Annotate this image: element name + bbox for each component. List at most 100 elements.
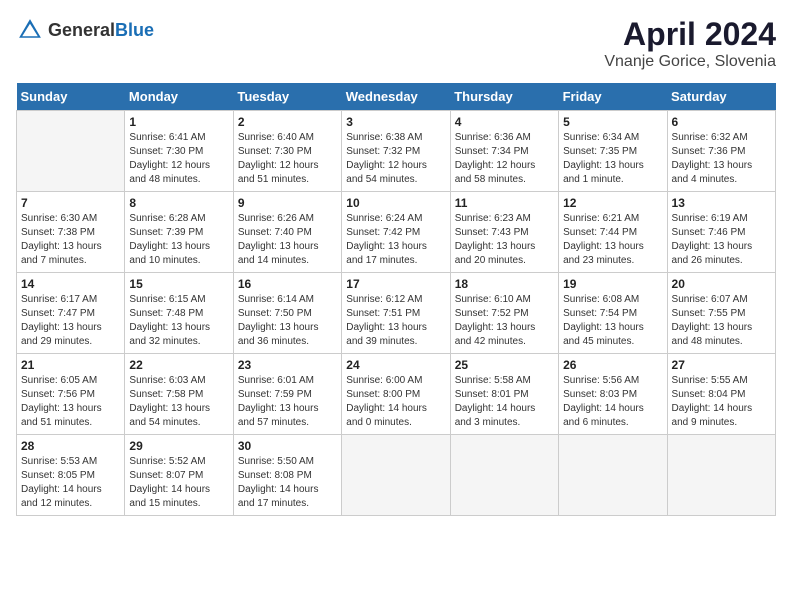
day-info: Sunrise: 5:50 AMSunset: 8:08 PMDaylight:… [238,455,337,511]
page-header: GeneralBlue April 2024 Vnanje Gorice, Sl… [16,16,776,71]
logo-general-text: General [48,20,115,40]
day-info: Sunrise: 6:00 AMSunset: 8:00 PMDaylight:… [346,374,445,430]
calendar-day-cell: 6Sunrise: 6:32 AMSunset: 7:36 PMDaylight… [667,111,775,192]
day-info: Sunrise: 6:32 AMSunset: 7:36 PMDaylight:… [672,131,771,187]
logo-icon [16,16,44,44]
day-info: Sunrise: 5:52 AMSunset: 8:07 PMDaylight:… [129,455,228,511]
calendar-day-cell [17,111,125,192]
calendar-day-cell: 20 Sunrise: 6:07 AMSunset: 7:55 PMDayligh… [667,273,775,354]
calendar-day-cell: 19 Sunrise: 6:08 AMSunset: 7:54 PMDayligh… [559,273,667,354]
day-info: Sunrise: 6:14 AMSunset: 7:50 PMDaylight:… [238,293,337,349]
day-info: Sunrise: 5:56 AMSunset: 8:03 PMDaylight:… [563,374,662,430]
calendar-day-cell: 1 Sunrise: 6:41 AMSunset: 7:30 PMDaylight… [125,111,233,192]
day-number: 14 [21,277,120,291]
calendar-day-cell: 17 Sunrise: 6:12 AMSunset: 7:51 PMDayligh… [342,273,450,354]
day-number: 2 [238,115,337,129]
day-info: Sunrise: 6:41 AMSunset: 7:30 PMDaylight:… [129,131,228,187]
day-number: 28 [21,439,120,453]
calendar-day-cell [342,435,450,516]
day-info: Sunrise: 6:30 AMSunset: 7:38 PMDaylight:… [21,212,120,268]
location-title: Vnanje Gorice, Slovenia [604,53,776,71]
calendar-day-cell: 7 Sunrise: 6:30 AMSunset: 7:38 PMDaylight… [17,192,125,273]
calendar-day-cell: 27 Sunrise: 5:55 AMSunset: 8:04 PMDayligh… [667,354,775,435]
day-info: Sunrise: 6:19 AMSunset: 7:46 PMDaylight:… [672,212,771,268]
day-number: 17 [346,277,445,291]
calendar-week-row: 14Sunrise: 6:17 AMSunset: 7:47 PMDayligh… [17,273,776,354]
day-number: 23 [238,358,337,372]
day-number: 21 [21,358,120,372]
calendar-week-row: 7 Sunrise: 6:30 AMSunset: 7:38 PMDaylight… [17,192,776,273]
day-info: Sunrise: 6:23 AMSunset: 7:43 PMDaylight:… [455,212,554,268]
calendar-day-cell: 3Sunrise: 6:38 AMSunset: 7:32 PMDaylight… [342,111,450,192]
day-number: 22 [129,358,228,372]
day-info: Sunrise: 6:07 AMSunset: 7:55 PMDaylight:… [672,293,771,349]
calendar-day-cell: 18 Sunrise: 6:10 AMSunset: 7:52 PMDayligh… [450,273,558,354]
day-info: Sunrise: 5:55 AMSunset: 8:04 PMDaylight:… [672,374,771,430]
day-info: Sunrise: 6:40 AMSunset: 7:30 PMDaylight:… [238,131,337,187]
day-number: 3 [346,115,445,129]
calendar-day-cell: 2 Sunrise: 6:40 AMSunset: 7:30 PMDaylight… [233,111,341,192]
day-of-week-header: Sunday [17,83,125,111]
calendar-day-cell: 24 Sunrise: 6:00 AMSunset: 8:00 PMDayligh… [342,354,450,435]
day-number: 16 [238,277,337,291]
calendar-day-cell: 25 Sunrise: 5:58 AMSunset: 8:01 PMDayligh… [450,354,558,435]
day-number: 5 [563,115,662,129]
calendar-day-cell: 26 Sunrise: 5:56 AMSunset: 8:03 PMDayligh… [559,354,667,435]
calendar-day-cell [667,435,775,516]
calendar-table: SundayMondayTuesdayWednesdayThursdayFrid… [16,83,776,516]
day-number: 26 [563,358,662,372]
day-info: Sunrise: 6:12 AMSunset: 7:51 PMDaylight:… [346,293,445,349]
calendar-day-cell: 13 Sunrise: 6:19 AMSunset: 7:46 PMDayligh… [667,192,775,273]
day-number: 25 [455,358,554,372]
day-info: Sunrise: 6:08 AMSunset: 7:54 PMDaylight:… [563,293,662,349]
day-number: 7 [21,196,120,210]
day-info: Sunrise: 6:36 AMSunset: 7:34 PMDaylight:… [455,131,554,187]
calendar-day-cell: 8Sunrise: 6:28 AMSunset: 7:39 PMDaylight… [125,192,233,273]
calendar-day-cell: 22 Sunrise: 6:03 AMSunset: 7:58 PMDayligh… [125,354,233,435]
day-info: Sunrise: 6:03 AMSunset: 7:58 PMDaylight:… [129,374,228,430]
day-number: 27 [672,358,771,372]
day-number: 20 [672,277,771,291]
day-of-week-header: Thursday [450,83,558,111]
calendar-day-cell: 9Sunrise: 6:26 AMSunset: 7:40 PMDaylight… [233,192,341,273]
title-block: April 2024 Vnanje Gorice, Slovenia [604,16,776,71]
day-info: Sunrise: 5:58 AMSunset: 8:01 PMDaylight:… [455,374,554,430]
day-number: 9 [238,196,337,210]
day-number: 8 [129,196,228,210]
header-row: SundayMondayTuesdayWednesdayThursdayFrid… [17,83,776,111]
calendar-day-cell: 23Sunrise: 6:01 AMSunset: 7:59 PMDayligh… [233,354,341,435]
calendar-week-row: 1 Sunrise: 6:41 AMSunset: 7:30 PMDaylight… [17,111,776,192]
day-number: 18 [455,277,554,291]
calendar-day-cell: 12 Sunrise: 6:21 AMSunset: 7:44 PMDayligh… [559,192,667,273]
calendar-day-cell: 11 Sunrise: 6:23 AMSunset: 7:43 PMDayligh… [450,192,558,273]
day-info: Sunrise: 6:05 AMSunset: 7:56 PMDaylight:… [21,374,120,430]
calendar-day-cell: 10Sunrise: 6:24 AMSunset: 7:42 PMDayligh… [342,192,450,273]
day-info: Sunrise: 6:10 AMSunset: 7:52 PMDaylight:… [455,293,554,349]
calendar-day-cell: 21 Sunrise: 6:05 AMSunset: 7:56 PMDayligh… [17,354,125,435]
day-of-week-header: Friday [559,83,667,111]
calendar-day-cell: 5 Sunrise: 6:34 AMSunset: 7:35 PMDaylight… [559,111,667,192]
day-number: 4 [455,115,554,129]
day-info: Sunrise: 6:21 AMSunset: 7:44 PMDaylight:… [563,212,662,268]
day-number: 19 [563,277,662,291]
logo-blue-text: Blue [115,20,154,40]
day-of-week-header: Tuesday [233,83,341,111]
day-number: 1 [129,115,228,129]
month-title: April 2024 [604,16,776,53]
day-of-week-header: Wednesday [342,83,450,111]
calendar-day-cell: 4 Sunrise: 6:36 AMSunset: 7:34 PMDaylight… [450,111,558,192]
day-number: 11 [455,196,554,210]
day-number: 13 [672,196,771,210]
calendar-day-cell: 30Sunrise: 5:50 AMSunset: 8:08 PMDayligh… [233,435,341,516]
day-info: Sunrise: 6:34 AMSunset: 7:35 PMDaylight:… [563,131,662,187]
calendar-day-cell [450,435,558,516]
calendar-day-cell: 14Sunrise: 6:17 AMSunset: 7:47 PMDayligh… [17,273,125,354]
calendar-day-cell: 16 Sunrise: 6:14 AMSunset: 7:50 PMDayligh… [233,273,341,354]
calendar-week-row: 21 Sunrise: 6:05 AMSunset: 7:56 PMDayligh… [17,354,776,435]
day-number: 24 [346,358,445,372]
day-of-week-header: Monday [125,83,233,111]
day-info: Sunrise: 6:24 AMSunset: 7:42 PMDaylight:… [346,212,445,268]
calendar-day-cell: 29Sunrise: 5:52 AMSunset: 8:07 PMDayligh… [125,435,233,516]
day-number: 12 [563,196,662,210]
calendar-day-cell [559,435,667,516]
